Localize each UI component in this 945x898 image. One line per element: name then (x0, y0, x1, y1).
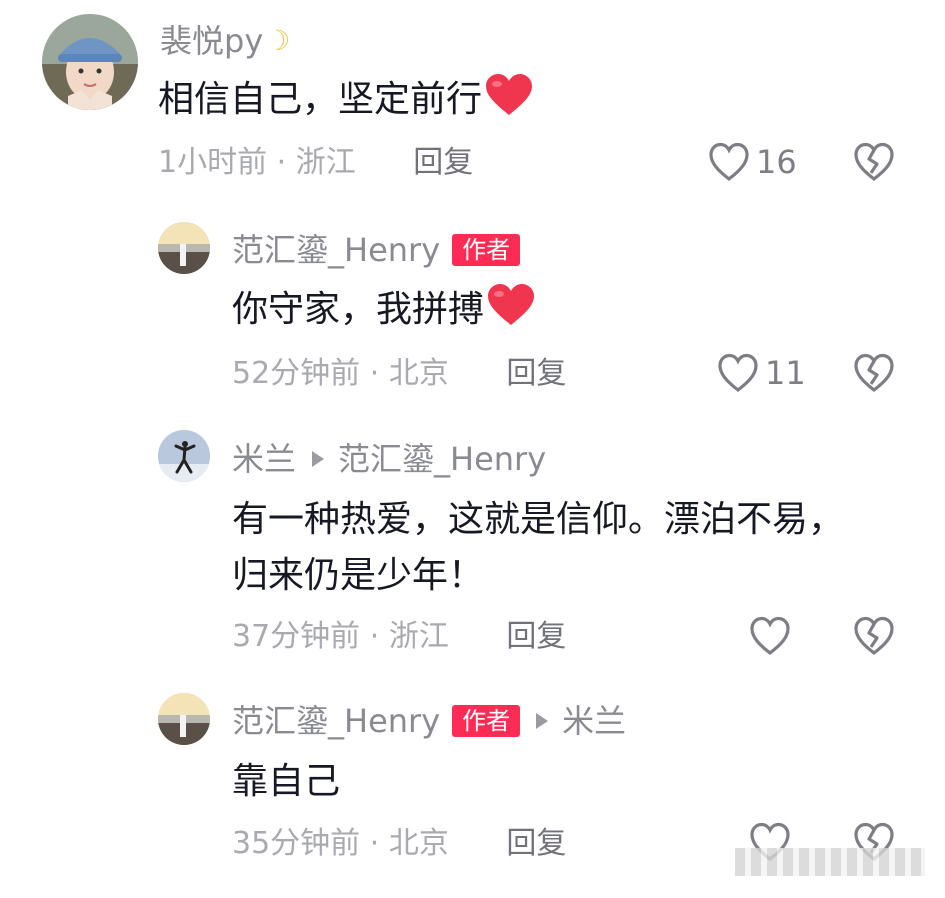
username[interactable]: 裴悦py (160, 25, 263, 57)
watermark (735, 848, 925, 876)
comment-username-line: 米兰 范汇鎏_Henry (232, 443, 546, 475)
comment-meta: 52分钟前 · 北京 回复 (232, 359, 566, 389)
comment-username-line: 范汇鎏_Henry 作者 米兰 (232, 705, 626, 737)
red-heart-icon (486, 74, 533, 115)
separator: · (369, 826, 380, 861)
comment-meta: 1小时前 · 浙江 回复 (158, 148, 473, 178)
comment-location: 北京 (388, 356, 449, 391)
heart-outline-icon (750, 616, 790, 656)
comment-text: 你守家，我拼搏 (232, 282, 536, 338)
comment-location: 浙江 (295, 145, 356, 180)
crescent-moon-icon: ☽ (265, 24, 291, 57)
heart-outline-icon (709, 142, 749, 182)
like-button[interactable] (749, 616, 791, 656)
avatar[interactable] (42, 14, 138, 110)
broken-heart-icon (854, 142, 894, 182)
separator: · (276, 145, 287, 180)
comment-time: 37分钟前 (232, 619, 361, 654)
red-heart-icon (488, 284, 535, 325)
separator: · (369, 356, 380, 391)
broken-heart-icon (854, 353, 894, 393)
comment-username-line: 裴悦py ☽ (160, 25, 290, 57)
avatar[interactable] (158, 693, 210, 745)
reply-to-username[interactable]: 范汇鎏_Henry (338, 443, 546, 475)
dislike-button[interactable] (853, 142, 895, 182)
dislike-button[interactable] (853, 616, 895, 656)
heart-outline-icon (718, 353, 758, 393)
reply-to-username[interactable]: 米兰 (562, 705, 626, 737)
comment-text: 有一种热爱，这就是信仰。漂泊不易， 归来仍是少年！ (232, 499, 845, 596)
broken-heart-icon (854, 616, 894, 656)
like-count: 16 (756, 143, 797, 181)
comment-username-line: 范汇鎏_Henry 作者 (232, 234, 521, 266)
dislike-button[interactable] (853, 353, 895, 393)
reply-arrow-icon (536, 713, 549, 729)
separator: · (369, 619, 380, 654)
avatar[interactable] (158, 430, 210, 482)
username[interactable]: 米兰 (232, 443, 296, 475)
like-button[interactable]: 16 (708, 142, 797, 182)
avatar[interactable] (158, 222, 210, 274)
author-badge: 作者 (452, 234, 521, 266)
reply-arrow-icon (312, 451, 325, 467)
username[interactable]: 范汇鎏_Henry (232, 705, 440, 737)
reply-button[interactable]: 回复 (506, 619, 566, 654)
comment-meta: 35分钟前 · 北京 回复 (232, 829, 566, 859)
comment-location: 北京 (388, 826, 449, 861)
comment-time: 1小时前 (158, 145, 268, 180)
comment-location: 浙江 (388, 619, 449, 654)
like-count: 11 (765, 354, 806, 392)
comment-meta: 37分钟前 · 浙江 回复 (232, 622, 566, 652)
author-badge: 作者 (452, 705, 521, 737)
comment-text: 相信自己，坚定前行 (158, 72, 534, 128)
reply-button[interactable]: 回复 (506, 826, 566, 861)
like-button[interactable]: 11 (717, 353, 806, 393)
reply-button[interactable]: 回复 (506, 356, 566, 391)
comment-time: 52分钟前 (232, 356, 361, 391)
username[interactable]: 范汇鎏_Henry (232, 234, 440, 266)
comment-text: 靠自己 (232, 761, 341, 802)
comment-time: 35分钟前 (232, 826, 361, 861)
reply-button[interactable]: 回复 (413, 145, 473, 180)
